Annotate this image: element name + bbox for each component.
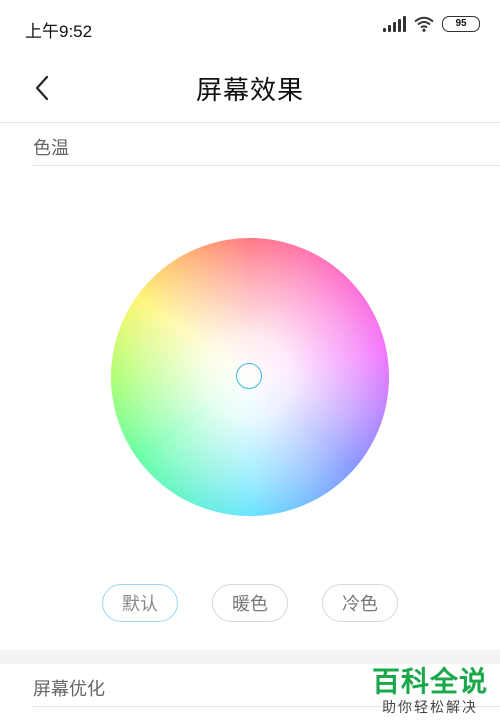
color-wheel[interactable] (111, 238, 389, 516)
preset-default-button[interactable]: 默认 (102, 584, 178, 622)
section-separator (0, 650, 500, 664)
preset-label: 默认 (122, 594, 158, 615)
color-temperature-area (0, 166, 500, 650)
signal-icon (383, 16, 406, 32)
watermark-logo: 百科全说 助你轻松解决 (372, 665, 488, 717)
status-icons: 95 (383, 16, 480, 32)
screen-optimization-item[interactable]: 屏幕优化 (33, 675, 105, 701)
wifi-icon (414, 16, 434, 32)
color-temperature-label: 色温 (33, 138, 69, 159)
battery-icon: 95 (442, 16, 480, 32)
title-bar: 屏幕效果 (0, 56, 500, 122)
status-time: 上午9:52 (25, 22, 93, 41)
divider (0, 122, 500, 123)
watermark-subtitle: 助你轻松解决 (381, 700, 478, 716)
watermark-title: 百科全说 (371, 665, 488, 698)
preset-warm-button[interactable]: 暖色 (212, 584, 288, 622)
preset-cool-button[interactable]: 冷色 (322, 584, 398, 622)
status-bar: 上午9:52 95 (0, 0, 500, 56)
preset-label: 冷色 (342, 594, 378, 615)
preset-row: 默认 暖色 冷色 (0, 584, 500, 624)
color-picker-handle[interactable] (236, 363, 262, 389)
preset-label: 暖色 (232, 594, 268, 615)
page-title: 屏幕效果 (195, 76, 304, 106)
